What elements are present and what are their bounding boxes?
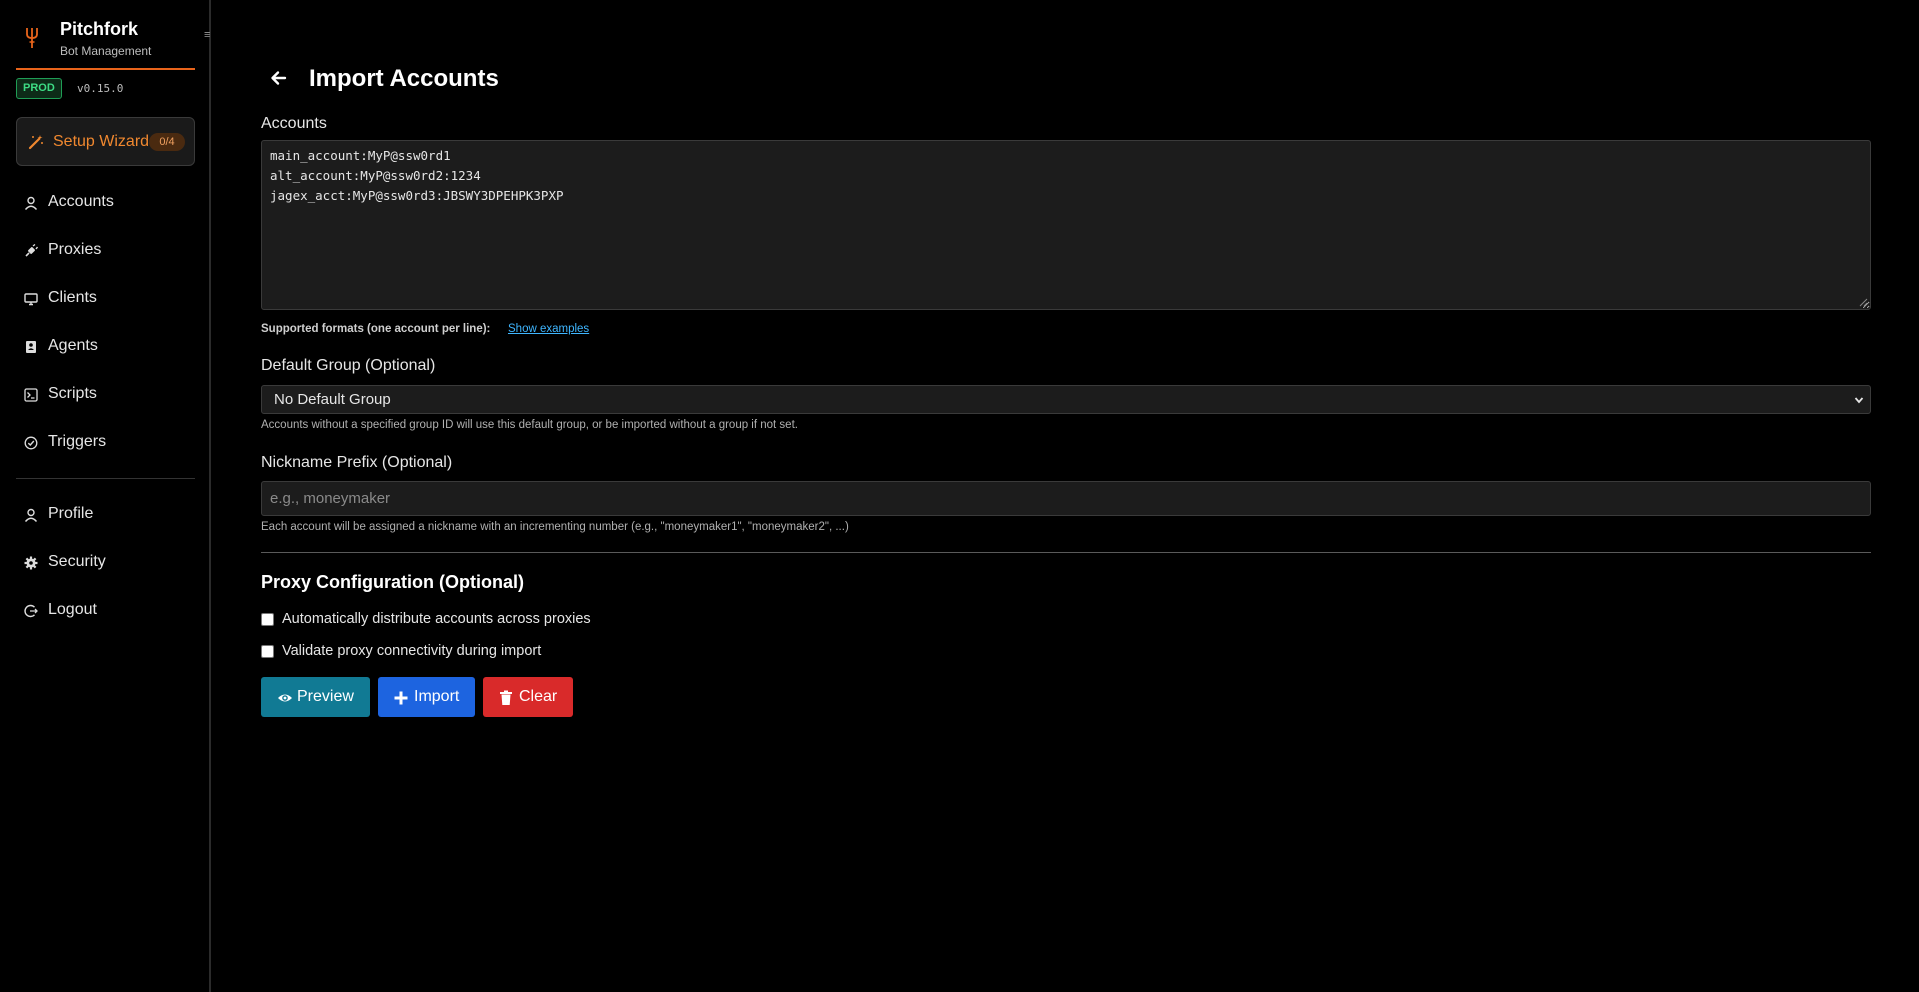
setup-wizard-progress-badge: 0/4 — [149, 133, 185, 151]
nav-item-scripts[interactable]: Scripts — [16, 370, 195, 418]
proxy-config-title: Proxy Configuration (Optional) — [261, 572, 524, 592]
default-group-label: Default Group (Optional) — [261, 357, 436, 374]
nav-item-label: Logout — [48, 601, 97, 618]
nav-item-profile[interactable]: Profile — [16, 490, 195, 538]
clear-button-label: Clear — [519, 688, 558, 705]
agent-icon — [26, 341, 36, 353]
eye-icon — [278, 694, 292, 702]
plug-icon — [25, 244, 38, 257]
user-nav: Profile Security Logout — [16, 490, 195, 634]
accounts-textarea[interactable]: main_account:MyP@ssw0rd1 alt_account:MyP… — [261, 140, 1871, 310]
setup-wizard-button[interactable]: Setup Wizard 0/4 — [16, 117, 195, 166]
default-group-selected-value: No Default Group — [274, 391, 391, 408]
nav-item-label: Accounts — [48, 193, 114, 210]
nav-divider — [16, 478, 195, 479]
nav-item-logout[interactable]: Logout — [16, 586, 195, 634]
show-examples-link[interactable]: Show examples — [508, 323, 589, 335]
setup-wizard-label: Setup Wizard — [53, 133, 150, 150]
distribute-proxies-checkbox[interactable] — [261, 613, 274, 626]
validate-proxies-label: Validate proxy connectivity during impor… — [282, 643, 542, 659]
import-button[interactable]: Import — [378, 677, 475, 717]
nav-item-triggers[interactable]: Triggers — [16, 418, 195, 466]
accounts-label: Accounts — [261, 115, 327, 132]
supported-formats-hint: Supported formats (one account per line)… — [261, 323, 491, 335]
brand-title: Pitchfork — [60, 19, 139, 39]
magic-wand-icon — [28, 135, 43, 150]
brand-subtitle: Bot Management — [60, 44, 152, 58]
clear-button[interactable]: Clear — [483, 677, 573, 717]
preview-button[interactable]: Preview — [261, 677, 370, 717]
page-title: Import Accounts — [309, 65, 499, 92]
main-content: Import Accounts Accounts main_account:My… — [261, 0, 1871, 992]
check-circle-icon — [24, 436, 38, 450]
nickname-prefix-help: Each account will be assigned a nickname… — [261, 521, 849, 533]
version-label: v0.15.0 — [77, 82, 124, 95]
resize-grip-icon[interactable] — [1858, 297, 1868, 307]
nav-item-label: Triggers — [48, 433, 107, 450]
nav-item-label: Clients — [48, 289, 97, 306]
nickname-prefix-input[interactable] — [261, 481, 1871, 516]
nav-item-agents[interactable]: Agents — [16, 322, 195, 370]
monitor-icon — [24, 293, 38, 306]
plus-icon — [394, 691, 408, 705]
user-icon — [24, 196, 38, 210]
gear-icon — [24, 556, 38, 570]
trash-icon — [500, 690, 512, 705]
nav-item-label: Agents — [48, 337, 98, 354]
env-badge: PROD — [16, 78, 62, 99]
logout-icon — [24, 604, 38, 618]
default-group-select[interactable]: No Default Group — [261, 385, 1871, 414]
nav-item-label: Proxies — [48, 241, 102, 258]
import-button-label: Import — [414, 688, 460, 705]
brand: Pitchfork Bot Management — [16, 16, 195, 70]
section-divider — [261, 552, 1871, 553]
sidebar-collapse-icon[interactable]: ≡ — [204, 28, 218, 42]
distribute-proxies-label: Automatically distribute accounts across… — [282, 611, 591, 627]
nav-item-label: Scripts — [48, 385, 97, 402]
nav-item-security[interactable]: Security — [16, 538, 195, 586]
sidebar: Pitchfork Bot Management ≡ PROD v0.15.0 … — [0, 0, 211, 992]
default-group-help: Accounts without a specified group ID wi… — [261, 419, 798, 431]
pitchfork-logo-icon — [26, 28, 38, 48]
validate-proxies-checkbox[interactable] — [261, 645, 274, 658]
nav-item-label: Security — [48, 553, 106, 570]
chevron-down-icon — [1854, 397, 1864, 404]
nav-item-label: Profile — [48, 505, 94, 522]
nav-item-accounts[interactable]: Accounts — [16, 178, 195, 226]
back-arrow-icon[interactable] — [269, 68, 289, 88]
preview-button-label: Preview — [297, 688, 354, 705]
main-nav: Accounts Proxies Clients Agents Scripts … — [16, 178, 195, 466]
nav-item-clients[interactable]: Clients — [16, 274, 195, 322]
terminal-icon — [24, 388, 38, 402]
nickname-prefix-label: Nickname Prefix (Optional) — [261, 454, 453, 471]
user-icon — [24, 508, 38, 522]
nav-item-proxies[interactable]: Proxies — [16, 226, 195, 274]
